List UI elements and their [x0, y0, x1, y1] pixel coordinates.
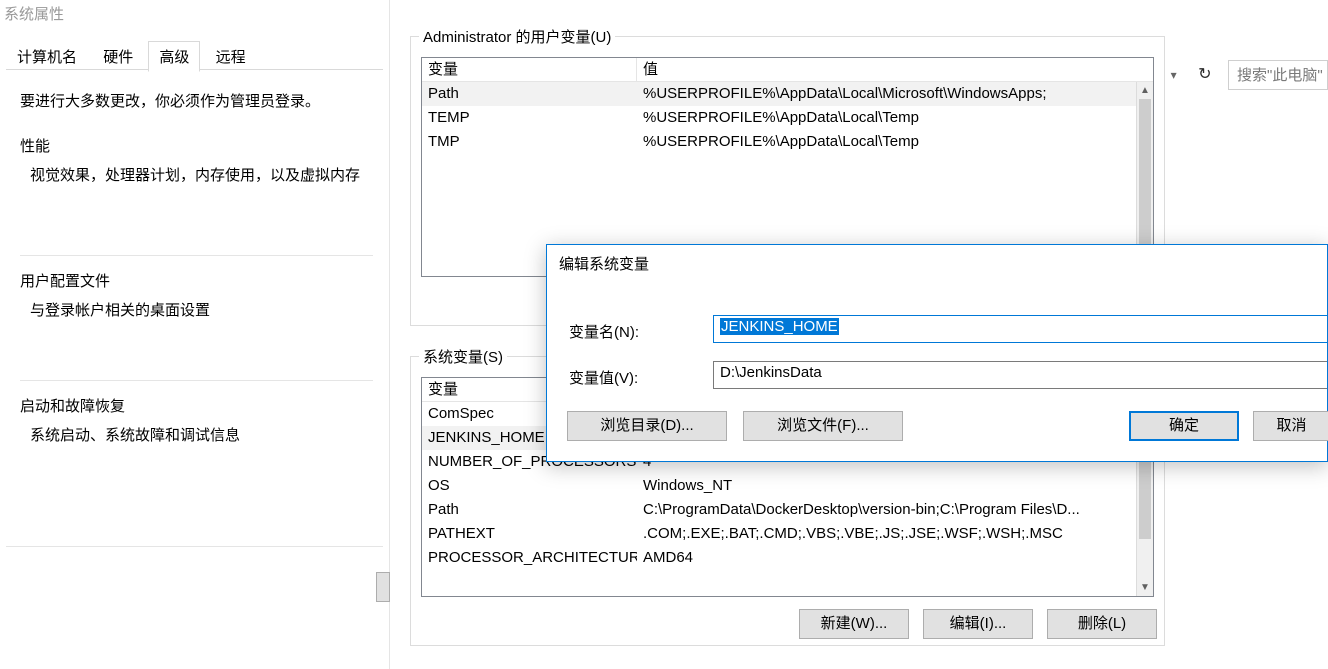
table-row[interactable]: OSWindows_NT — [422, 474, 1153, 498]
table-row[interactable]: PROCESSOR_ARCHITECTUREAMD64 — [422, 546, 1153, 570]
tab-remote[interactable]: 远程 — [205, 41, 257, 72]
tab-hardware[interactable]: 硬件 — [92, 41, 144, 72]
divider — [20, 255, 373, 256]
tab-advanced[interactable]: 高级 — [148, 41, 200, 72]
perf-group-desc: 视觉效果，处理器计划，内存使用，以及虚拟内存 — [30, 164, 373, 185]
var-value-input[interactable]: D:\JenkinsData — [713, 361, 1327, 389]
browse-file-button[interactable]: 浏览文件(F)... — [743, 411, 903, 441]
startup-group-title: 启动和故障恢复 — [20, 395, 373, 416]
var-value-label: 变量值(V): — [569, 367, 638, 388]
perf-group-title: 性能 — [20, 135, 373, 156]
col-value[interactable]: 值 — [637, 58, 1153, 81]
var-value-cell: .COM;.EXE;.BAT;.CMD;.VBS;.VBE;.JS;.JSE;.… — [637, 522, 1153, 546]
scroll-thumb[interactable] — [1139, 99, 1151, 259]
user-group-legend: Administrator 的用户变量(U) — [419, 26, 615, 47]
table-row[interactable]: Path%USERPROFILE%\AppData\Local\Microsof… — [422, 82, 1153, 106]
var-value-cell: %USERPROFILE%\AppData\Local\Microsoft\Wi… — [637, 82, 1153, 106]
table-header: 变量 值 — [422, 58, 1153, 82]
table-row[interactable]: TMP%USERPROFILE%\AppData\Local\Temp — [422, 130, 1153, 154]
new-button[interactable]: 新建(W)... — [799, 609, 909, 639]
system-properties-dialog: 系统属性 计算机名 硬件 高级 远程 要进行大多数更改，你必须作为管理员登录。 … — [0, 0, 390, 669]
var-name-label: 变量名(N): — [569, 321, 639, 342]
scroll-up-icon[interactable]: ▲ — [1137, 82, 1153, 99]
var-value-cell: %USERPROFILE%\AppData\Local\Temp — [637, 130, 1153, 154]
explorer-nav-fragment: ▾ ↻ 搜索"此电脑" — [1166, 60, 1328, 94]
edit-button[interactable]: 编辑(I)... — [923, 609, 1033, 639]
var-name-cell: Path — [422, 82, 637, 106]
var-name-cell: PATHEXT — [422, 522, 637, 546]
var-name-input[interactable]: JENKINS_HOME — [713, 315, 1327, 343]
sys-group-legend: 系统变量(S) — [419, 346, 507, 367]
tab-strip: 计算机名 硬件 高级 远程 — [6, 40, 383, 70]
col-variable[interactable]: 变量 — [422, 58, 637, 81]
var-name-cell: Path — [422, 498, 637, 522]
table-row[interactable]: PathC:\ProgramData\DockerDesktop\version… — [422, 498, 1153, 522]
var-value-cell: %USERPROFILE%\AppData\Local\Temp — [637, 106, 1153, 130]
var-value-cell: C:\ProgramData\DockerDesktop\version-bin… — [637, 498, 1153, 522]
button-stub[interactable] — [376, 572, 390, 602]
var-name-value: JENKINS_HOME — [720, 318, 839, 335]
browse-dir-button[interactable]: 浏览目录(D)... — [567, 411, 727, 441]
table-row[interactable]: TEMP%USERPROFILE%\AppData\Local\Temp — [422, 106, 1153, 130]
dialog-title: 系统属性 — [4, 3, 64, 24]
advanced-tab-body: 要进行大多数更改，你必须作为管理员登录。 性能 视觉效果，处理器计划，内存使用，… — [20, 90, 373, 445]
profile-group-desc: 与登录帐户相关的桌面设置 — [30, 299, 373, 320]
var-name-cell: PROCESSOR_ARCHITECTURE — [422, 546, 637, 570]
scroll-down-icon[interactable]: ▼ — [1137, 579, 1153, 596]
var-value-cell: AMD64 — [637, 546, 1153, 570]
admin-note: 要进行大多数更改，你必须作为管理员登录。 — [20, 90, 373, 111]
ok-button[interactable]: 确定 — [1129, 411, 1239, 441]
table-row[interactable]: PATHEXT.COM;.EXE;.BAT;.CMD;.VBS;.VBE;.JS… — [422, 522, 1153, 546]
divider — [6, 546, 383, 547]
profile-group-title: 用户配置文件 — [20, 270, 373, 291]
refresh-icon[interactable]: ↻ — [1192, 62, 1218, 88]
delete-button[interactable]: 删除(L) — [1047, 609, 1157, 639]
tab-computer-name[interactable]: 计算机名 — [6, 41, 88, 72]
divider — [20, 380, 373, 381]
var-value-cell: Windows_NT — [637, 474, 1153, 498]
var-value-value: D:\JenkinsData — [720, 364, 822, 381]
var-name-cell: OS — [422, 474, 637, 498]
dialog-title: 编辑系统变量 — [559, 253, 649, 274]
chevron-down-icon[interactable]: ▾ — [1166, 68, 1182, 82]
explorer-search-input[interactable]: 搜索"此电脑" — [1228, 60, 1328, 90]
cancel-button[interactable]: 取消 — [1253, 411, 1328, 441]
startup-group-desc: 系统启动、系统故障和调试信息 — [30, 424, 373, 445]
edit-system-variable-dialog: 编辑系统变量 变量名(N): JENKINS_HOME 变量值(V): D:\J… — [546, 244, 1328, 462]
var-name-cell: TEMP — [422, 106, 637, 130]
var-name-cell: TMP — [422, 130, 637, 154]
